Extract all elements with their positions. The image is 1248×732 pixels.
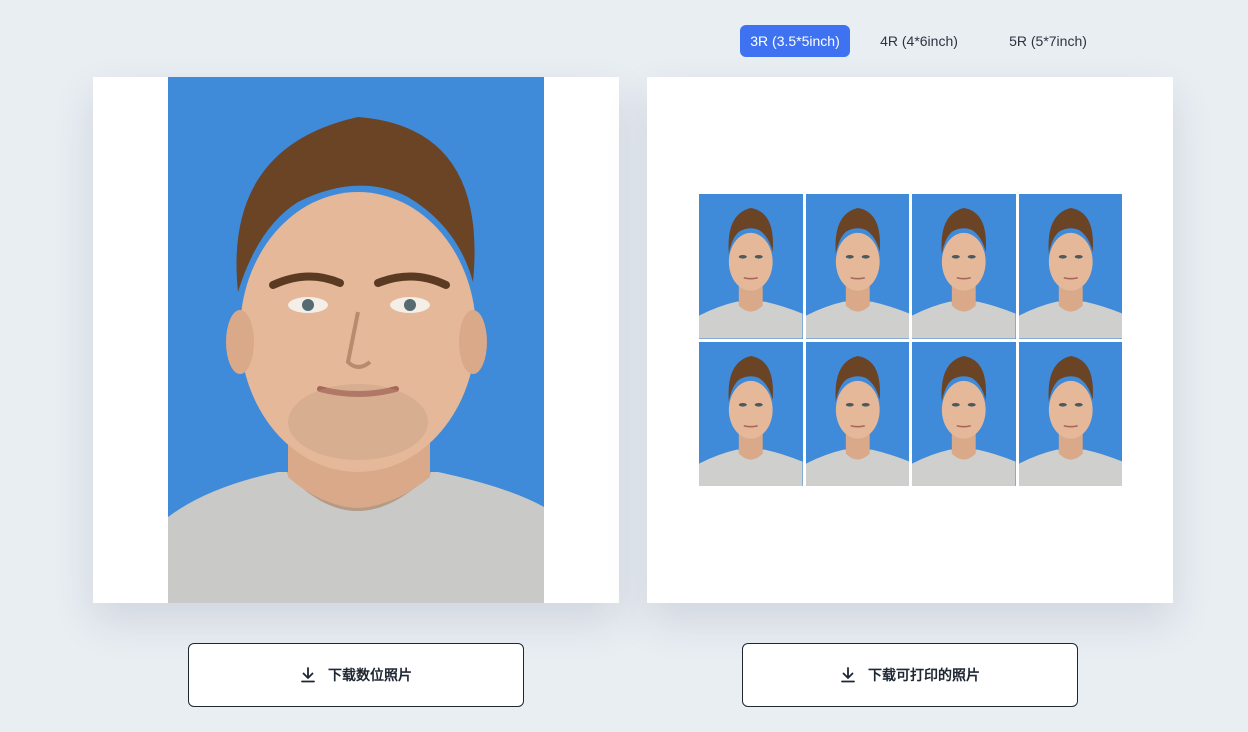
- download-digital-photo-button[interactable]: 下载数位照片: [188, 643, 524, 707]
- print-size-tabs: 3R (3.5*5inch) 4R (4*6inch) 5R (5*7inch): [740, 25, 1098, 57]
- printable-sheet-panel: [647, 77, 1173, 603]
- download-digital-label: 下载数位照片: [328, 667, 412, 683]
- print-sheet-photo: [805, 341, 909, 486]
- download-icon: [300, 667, 316, 683]
- print-sheet-photo: [912, 194, 1016, 339]
- print-sheet-grid: [699, 194, 1122, 486]
- print-sheet-photo: [699, 194, 803, 339]
- print-sheet-photo: [1018, 194, 1122, 339]
- digital-photo-panel: [93, 77, 619, 603]
- tab-3r[interactable]: 3R (3.5*5inch): [740, 25, 850, 57]
- download-printable-photo-button[interactable]: 下载可打印的照片: [742, 643, 1078, 707]
- print-sheet-photo: [912, 341, 1016, 486]
- print-sheet-photo: [699, 341, 803, 486]
- tab-4r[interactable]: 4R (4*6inch): [854, 25, 984, 57]
- tab-5r[interactable]: 5R (5*7inch): [998, 25, 1098, 57]
- print-sheet-photo: [1018, 341, 1122, 486]
- download-printable-label: 下载可打印的照片: [868, 667, 980, 683]
- print-sheet-photo: [805, 194, 909, 339]
- download-icon: [840, 667, 856, 683]
- digital-passport-photo: [168, 77, 544, 603]
